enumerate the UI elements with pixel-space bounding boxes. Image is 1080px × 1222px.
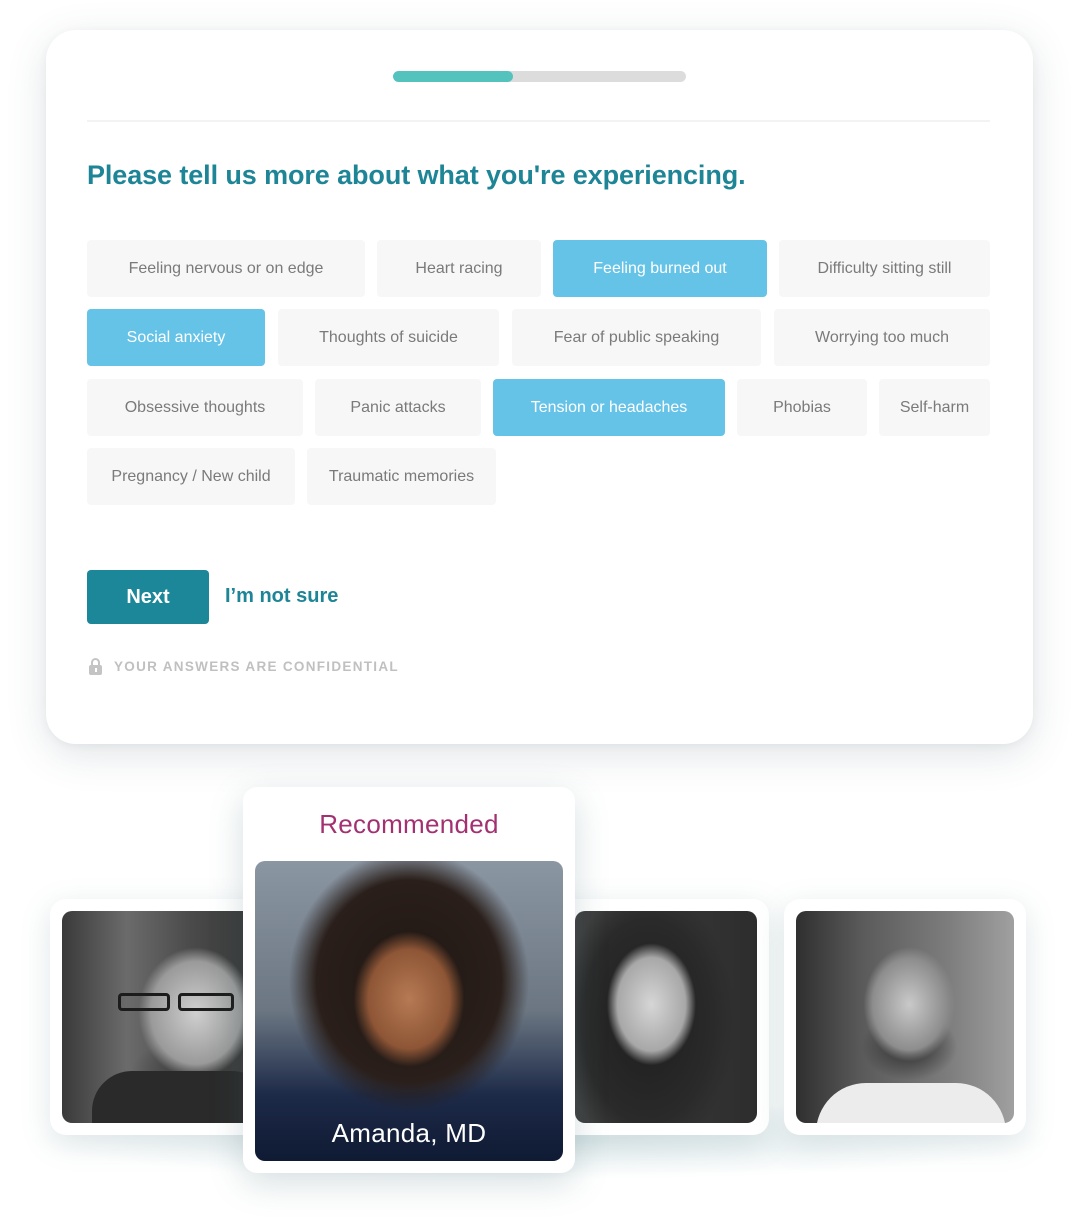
glasses-shape <box>178 993 234 1011</box>
option-label: Traumatic memories <box>328 467 475 485</box>
option-label: Tension or headaches <box>530 398 688 416</box>
option-label: Social anxiety <box>126 328 226 346</box>
option-chip[interactable]: Tension or headaches <box>493 379 725 436</box>
divider <box>87 120 990 122</box>
option-label: Difficulty sitting still <box>817 259 952 277</box>
confidential-text: YOUR ANSWERS ARE CONFIDENTIAL <box>114 659 399 674</box>
option-chip[interactable]: Fear of public speaking <box>512 309 761 366</box>
option-chip[interactable]: Social anxiety <box>87 309 265 366</box>
option-label: Phobias <box>773 398 831 416</box>
glasses-shape <box>118 993 170 1011</box>
recommended-label: Recommended <box>319 809 499 839</box>
option-chip[interactable]: Pregnancy / New child <box>87 448 295 505</box>
confidential-notice: YOUR ANSWERS ARE CONFIDENTIAL <box>89 658 399 675</box>
provider-photo <box>575 911 757 1123</box>
option-label: Obsessive thoughts <box>124 398 266 416</box>
not-sure-link[interactable]: I’m not sure <box>225 585 338 608</box>
option-chip[interactable]: Traumatic memories <box>307 448 496 505</box>
option-label: Panic attacks <box>350 398 446 416</box>
progress-bar-fill <box>393 71 514 82</box>
recommended-provider-photo: Amanda, MD <box>255 861 563 1161</box>
option-chip[interactable]: Panic attacks <box>315 379 481 436</box>
option-chip[interactable]: Worrying too much <box>774 309 990 366</box>
option-label: Fear of public speaking <box>553 328 720 346</box>
option-label: Worrying too much <box>815 328 949 346</box>
option-label: Pregnancy / New child <box>111 467 271 485</box>
option-chip[interactable]: Self-harm <box>879 379 990 436</box>
questionnaire-card: Please tell us more about what you're ex… <box>46 30 1033 744</box>
option-label: Thoughts of suicide <box>319 328 458 346</box>
option-chip[interactable]: Feeling burned out <box>553 240 767 297</box>
recommended-provider-name: Amanda, MD <box>331 1118 487 1148</box>
option-chip[interactable]: Difficulty sitting still <box>779 240 990 297</box>
progress-bar <box>393 71 686 82</box>
option-label: Heart racing <box>415 259 503 277</box>
option-label: Self-harm <box>899 398 970 416</box>
shirt-shape <box>816 1083 1006 1123</box>
option-chip[interactable]: Phobias <box>737 379 867 436</box>
provider-card[interactable] <box>784 899 1026 1135</box>
option-label: Feeling burned out <box>593 259 727 277</box>
option-chip[interactable]: Heart racing <box>377 240 541 297</box>
option-chip[interactable]: Feeling nervous or on edge <box>87 240 365 297</box>
option-chip[interactable]: Obsessive thoughts <box>87 379 303 436</box>
provider-photo <box>796 911 1014 1123</box>
question-title: Please tell us more about what you're ex… <box>87 160 746 190</box>
lock-icon <box>89 658 102 675</box>
recommended-provider-card[interactable]: Recommended Amanda, MD <box>243 787 575 1173</box>
option-label: Feeling nervous or on edge <box>128 259 324 277</box>
option-chip[interactable]: Thoughts of suicide <box>278 309 499 366</box>
next-button[interactable]: Next <box>87 570 209 624</box>
